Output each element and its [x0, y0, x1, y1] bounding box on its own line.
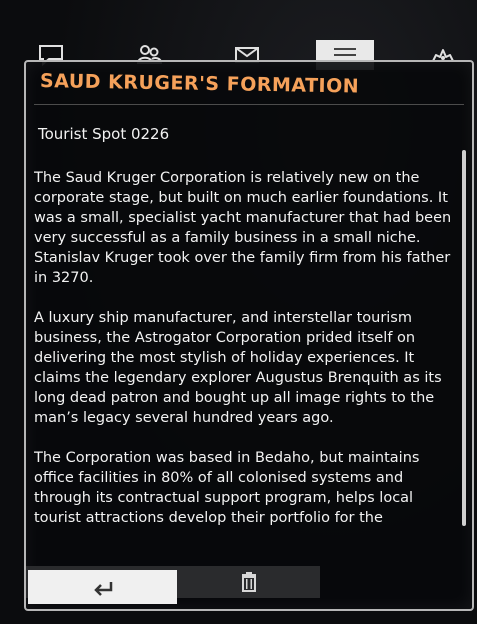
- article-content: Tourist Spot 0226 The Saud Kruger Corpor…: [34, 124, 452, 550]
- trash-icon: [242, 572, 256, 592]
- delete-button[interactable]: [178, 566, 320, 598]
- article-paragraph: The Corporation was based in Bedaho, but…: [34, 450, 420, 526]
- back-button[interactable]: [28, 570, 177, 604]
- article-paragraph: A luxury ship manufacturer, and interste…: [34, 310, 442, 426]
- title-divider: [34, 104, 464, 105]
- article-paragraph: The Saud Kruger Corporation is relativel…: [34, 170, 452, 286]
- codex-panel: SAUD KRUGER'S FORMATION Tourist Spot 022…: [24, 60, 474, 611]
- back-arrow-icon: [93, 582, 112, 596]
- article-subtitle: Tourist Spot 0226: [38, 125, 170, 143]
- scrollbar[interactable]: [462, 150, 466, 526]
- panel-title: SAUD KRUGER'S FORMATION: [39, 70, 360, 98]
